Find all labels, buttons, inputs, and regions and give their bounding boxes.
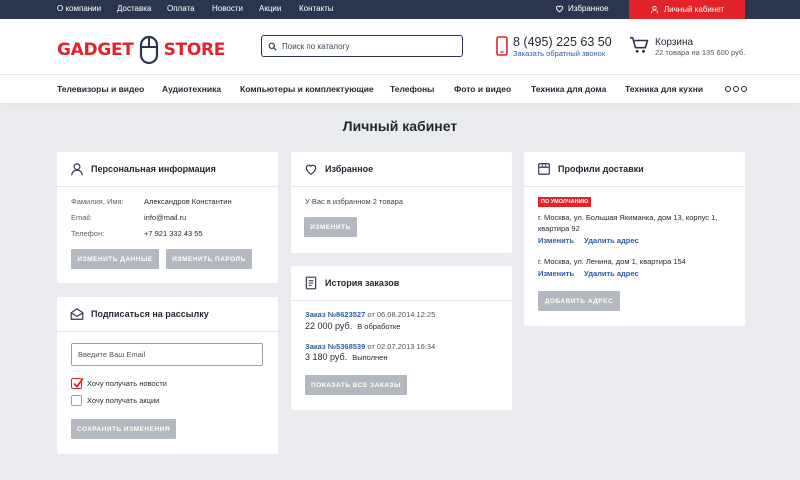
name-label: Фамилия, Имя: bbox=[71, 197, 124, 206]
top-link-delivery[interactable]: Доставка bbox=[117, 4, 151, 13]
subscribe-email-input[interactable] bbox=[71, 343, 263, 366]
cabinet-label: Личный кабинет bbox=[663, 5, 725, 14]
cart-icon[interactable] bbox=[629, 36, 649, 54]
email-value: info@mail.ru bbox=[144, 213, 187, 222]
category-nav: Телевизоры и видео Аудиотехника Компьюте… bbox=[0, 74, 800, 103]
top-link-payment[interactable]: Оплата bbox=[167, 4, 195, 13]
mail-icon bbox=[70, 308, 84, 320]
change-password-button[interactable]: Изменить пароль bbox=[166, 249, 252, 269]
order-status: В обработке bbox=[357, 322, 401, 331]
order-status: Выполнен bbox=[352, 353, 388, 362]
delivery-profiles-title: Профили доставки bbox=[558, 164, 644, 174]
order-price: 3 180 руб. bbox=[305, 352, 348, 362]
nav-item-kitchen[interactable]: Техника для кухни bbox=[625, 84, 703, 94]
order-summary: 22 000 руб. В обработке bbox=[305, 321, 400, 331]
heart-icon bbox=[556, 5, 563, 13]
phone-value: +7 921 332 43 55 bbox=[144, 229, 203, 238]
top-link-news[interactable]: Новости bbox=[212, 4, 243, 13]
logo-text-left: GADGET bbox=[57, 40, 134, 60]
order-history-icon bbox=[305, 276, 317, 290]
nav-item-photo[interactable]: Фото и видео bbox=[454, 84, 511, 94]
search-box[interactable] bbox=[261, 35, 463, 57]
order-summary: 3 180 руб. Выполнен bbox=[305, 352, 387, 362]
cart-info: 22 товара на 135 600 руб. bbox=[655, 48, 746, 57]
favorites-header: Избранное bbox=[291, 152, 512, 187]
callback-link[interactable]: Заказать обратный звонок bbox=[513, 49, 605, 58]
phone-label: Телефон: bbox=[71, 229, 105, 238]
search-input[interactable] bbox=[282, 41, 452, 51]
favorites-title: Избранное bbox=[325, 164, 374, 174]
personal-info-card: Персональная информация Фамилия, Имя: Ал… bbox=[57, 152, 278, 283]
user-icon bbox=[71, 163, 83, 176]
mouse-icon bbox=[139, 35, 158, 65]
phone-icon bbox=[496, 36, 508, 56]
nav-item-audio[interactable]: Аудиотехника bbox=[162, 84, 221, 94]
personal-info-title: Персональная информация bbox=[91, 164, 216, 174]
checkmark-icon bbox=[73, 377, 84, 388]
cabinet-button[interactable]: Личный кабинет bbox=[629, 0, 745, 19]
logo[interactable]: GADGET STORE bbox=[57, 34, 225, 66]
page-title: Личный кабинет bbox=[342, 118, 458, 134]
email-label: Email: bbox=[71, 213, 92, 222]
favorites-text: У Вас в избранном 2 товара bbox=[305, 197, 403, 206]
subscribe-title: Подписаться на рассылку bbox=[91, 309, 209, 319]
phone-number[interactable]: 8 (495) 225 63 50 bbox=[513, 35, 612, 49]
delivery-profiles-card: Профили доставки По умолчанию г. Москва,… bbox=[524, 152, 745, 326]
name-value: Александров Константин bbox=[144, 197, 232, 206]
order-link[interactable]: Заказ №8623527 bbox=[305, 310, 365, 319]
subscribe-header: Подписаться на рассылку bbox=[57, 297, 278, 332]
address-text: г. Москва, ул. Большая Якиманка, дом 13,… bbox=[538, 213, 718, 233]
logo-text-right: STORE bbox=[163, 40, 226, 60]
favorites-edit-button[interactable]: Изменить bbox=[304, 217, 357, 237]
save-changes-button[interactable]: Сохранить изменения bbox=[71, 419, 176, 439]
site-header: GADGET STORE 8 (495) 225 63 50 Заказать … bbox=[0, 19, 800, 74]
news-checkbox[interactable] bbox=[71, 377, 84, 389]
order-history-title: История заказов bbox=[325, 278, 400, 288]
nav-item-phones[interactable]: Телефоны bbox=[390, 84, 434, 94]
promo-checkbox[interactable] bbox=[71, 395, 82, 406]
order-history-header: История заказов bbox=[291, 266, 512, 301]
address-delete-link[interactable]: Удалить адрес bbox=[584, 269, 639, 278]
address-delete-link[interactable]: Удалить адрес bbox=[584, 236, 639, 245]
top-favorites-link[interactable]: Избранное bbox=[555, 4, 609, 13]
address-edit-link[interactable]: Изменить bbox=[538, 269, 574, 278]
default-badge: По умолчанию bbox=[538, 197, 592, 207]
search-icon bbox=[268, 42, 277, 51]
more-dots-icon[interactable] bbox=[725, 86, 747, 92]
address-text: г. Москва, ул. Ленина, дом 1, квартира 1… bbox=[538, 257, 686, 266]
promo-checkbox-label[interactable]: Хочу получать акции bbox=[87, 396, 159, 405]
top-link-about[interactable]: О компании bbox=[57, 4, 101, 13]
nav-item-home[interactable]: Техника для дома bbox=[531, 84, 606, 94]
order-history-card: История заказов Заказ №8623527 от 06.08.… bbox=[291, 266, 512, 410]
add-address-button[interactable]: Добавить адрес bbox=[538, 291, 620, 311]
top-link-promo[interactable]: Акции bbox=[259, 4, 281, 13]
order-date: от 06.08.2014 12:25 bbox=[365, 310, 436, 319]
default-badge-label: По умолчанию bbox=[541, 199, 589, 205]
top-link-contacts[interactable]: Контакты bbox=[299, 4, 334, 13]
order-link[interactable]: Заказ №5368539 bbox=[305, 342, 365, 351]
order-date: от 02.07.2013 16:34 bbox=[365, 342, 436, 351]
user-icon bbox=[650, 5, 659, 14]
order-price: 22 000 руб. bbox=[305, 321, 353, 331]
news-checkbox-label[interactable]: Хочу получать новости bbox=[87, 379, 167, 388]
order-row: Заказ №8623527 от 06.08.2014 12:25 bbox=[305, 310, 435, 319]
heart-icon bbox=[305, 164, 317, 175]
edit-data-button[interactable]: Изменить данные bbox=[71, 249, 159, 269]
order-row: Заказ №5368539 от 02.07.2013 16:34 bbox=[305, 342, 435, 351]
favorites-card: Избранное У Вас в избранном 2 товара Изм… bbox=[291, 152, 512, 253]
show-all-orders-button[interactable]: Показать все заказы bbox=[305, 375, 407, 395]
top-favorites-label: Избранное bbox=[568, 4, 609, 13]
subscribe-card: Подписаться на рассылку Хочу получать но… bbox=[57, 297, 278, 454]
address-edit-link[interactable]: Изменить bbox=[538, 236, 574, 245]
delivery-profiles-header: Профили доставки bbox=[524, 152, 745, 187]
delivery-box-icon bbox=[538, 163, 550, 175]
nav-item-computers[interactable]: Компьютеры и комплектующие bbox=[240, 84, 374, 94]
personal-info-header: Персональная информация bbox=[57, 152, 278, 187]
nav-item-tv[interactable]: Телевизоры и видео bbox=[57, 84, 144, 94]
top-bar: О компании Доставка Оплата Новости Акции… bbox=[0, 0, 800, 19]
cart-title[interactable]: Корзина bbox=[655, 37, 693, 48]
